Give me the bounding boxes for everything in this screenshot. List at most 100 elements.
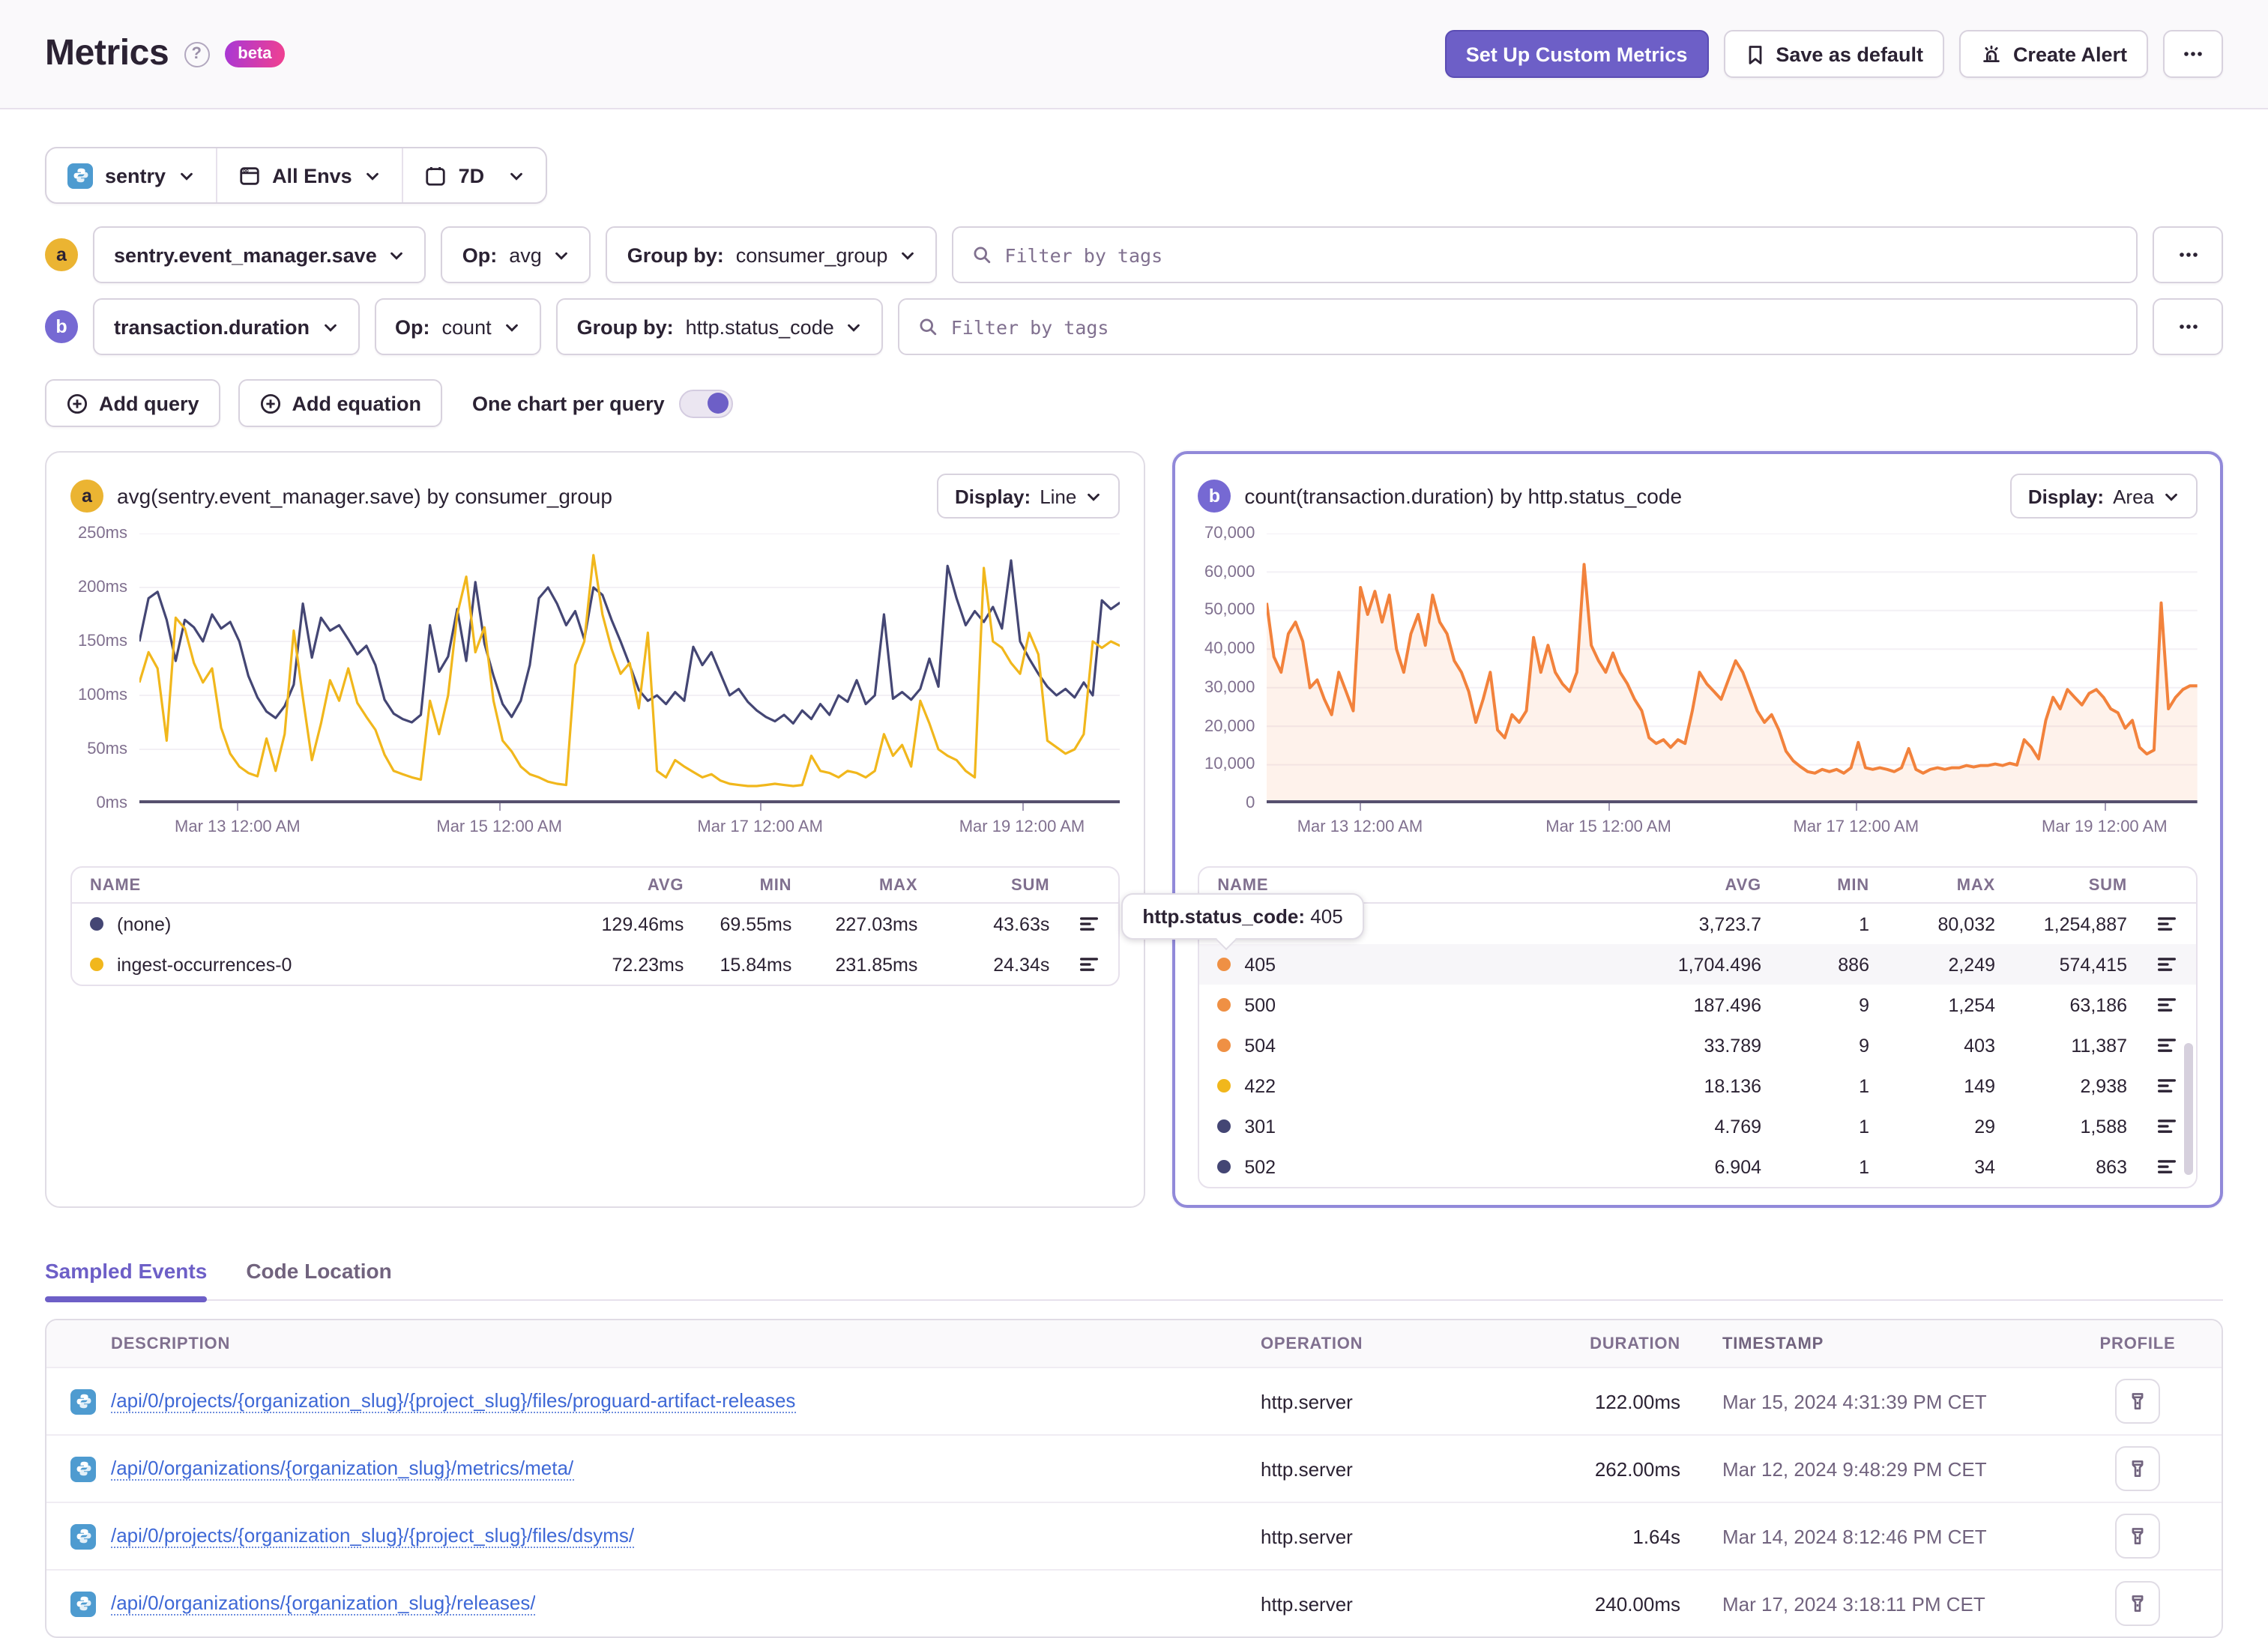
sum-value: 863: [2096, 1156, 2127, 1177]
widget-b-display-select[interactable]: Display: Area: [2009, 474, 2198, 519]
series-color-dot: [1217, 1119, 1231, 1133]
create-alert-label: Create Alert: [2012, 43, 2127, 65]
metric-select-a[interactable]: sentry.event_manager.save: [93, 226, 426, 283]
area-chart[interactable]: 0 10,000 20,000 30,000 40,000 50,000 60,000 70,…: [1198, 519, 2198, 857]
event-description-link[interactable]: /api/0/organizations/{organization_slug}…: [111, 1457, 574, 1481]
x-axis-label: Mar 19 12:00 AM: [959, 818, 1085, 836]
widget-a-summary-table: NAME AVG MIN MAX SUM (none) 129.46ms 69.55ms 227…: [70, 866, 1121, 986]
save-as-default-button[interactable]: Save as default: [1723, 30, 1944, 78]
tab-code-location[interactable]: Code Location: [246, 1259, 391, 1299]
search-icon: [920, 318, 937, 336]
summary-table-row[interactable]: 405 1,704.496 886 2,249 574,415: [1199, 944, 2196, 985]
summary-table-row[interactable]: 502 6.904 1 34 863: [1199, 1146, 2196, 1187]
max-value: 2,249: [1948, 954, 1995, 975]
date-range-selector[interactable]: 7D: [401, 148, 546, 202]
display-value: Area: [2113, 485, 2154, 507]
y-axis-label: 0ms: [96, 794, 127, 812]
op-select-a[interactable]: Op: avg: [441, 226, 591, 283]
create-alert-button[interactable]: Create Alert: [1958, 30, 2148, 78]
sampled-events-table: DESCRIPTION OPERATION DURATION TIMESTAMP…: [45, 1319, 2223, 1638]
flashlight-icon: [2132, 1528, 2144, 1544]
x-axis-label: Mar 15 12:00 AM: [1545, 818, 1671, 836]
table-scrollbar[interactable]: [2184, 1043, 2193, 1175]
max-value: 80,032: [1937, 913, 1995, 934]
row-menu-icon[interactable]: [2156, 913, 2178, 935]
summary-table-row[interactable]: 500 187.496 9 1,254 63,186: [1199, 985, 2196, 1025]
event-description-link[interactable]: /api/0/organizations/{organization_slug}…: [111, 1592, 536, 1616]
series-name: 422: [1244, 1075, 1276, 1096]
widget-a-title: avg(sentry.event_manager.save) by consum…: [117, 484, 612, 508]
group-by-select-b[interactable]: Group by: http.status_code: [555, 298, 884, 355]
col-duration: DURATION: [1590, 1335, 1680, 1353]
row-menu-icon[interactable]: [2156, 1034, 2178, 1057]
add-query-button[interactable]: Add query: [45, 379, 220, 427]
chevron-down-icon: [366, 172, 378, 180]
profile-button[interactable]: [2115, 1514, 2160, 1559]
y-axis-label: 200ms: [77, 578, 127, 596]
widget-b-title: count(transaction.duration) by http.stat…: [1244, 484, 1683, 508]
max-value: 34: [1974, 1156, 1995, 1177]
x-axis-tick: [2104, 803, 2106, 811]
save-as-default-label: Save as default: [1776, 43, 1923, 65]
setup-custom-metrics-button[interactable]: Set Up Custom Metrics: [1444, 30, 1709, 78]
tooltip-label: http.status_code:: [1142, 905, 1306, 928]
row-menu-icon[interactable]: [2156, 953, 2178, 976]
max-value: 29: [1974, 1116, 1995, 1137]
row-menu-icon[interactable]: [1078, 913, 1100, 935]
group-by-select-a[interactable]: Group by: consumer_group: [606, 226, 938, 283]
x-axis-label: Mar 17 12:00 AM: [697, 818, 823, 836]
profile-button[interactable]: [2115, 1446, 2160, 1491]
help-icon[interactable]: ?: [184, 41, 210, 67]
sum-value: 43.63s: [993, 913, 1050, 934]
bottom-tabs: Sampled Events Code Location: [45, 1259, 2223, 1302]
tab-sampled-events[interactable]: Sampled Events: [45, 1259, 208, 1302]
tag-filter-input-b[interactable]: [950, 315, 2118, 338]
events-table-header: DESCRIPTION OPERATION DURATION TIMESTAMP…: [46, 1320, 2222, 1367]
row-menu-icon[interactable]: [1078, 953, 1100, 976]
environment-value: All Envs: [272, 164, 352, 187]
row-menu-icon[interactable]: [2156, 994, 2178, 1016]
y-axis-label: 0: [1246, 794, 1255, 812]
query-a-overflow-button[interactable]: [2153, 226, 2223, 283]
summary-table-row[interactable]: 422 18.136 1 149 2,938: [1199, 1066, 2196, 1106]
tag-filter-b: [898, 298, 2138, 355]
environment-selector[interactable]: All Envs: [215, 148, 402, 202]
chevron-down-icon: [390, 251, 403, 259]
display-label: Display:: [955, 485, 1031, 507]
tag-filter-a: [952, 226, 2138, 283]
widget-b[interactable]: b count(transaction.duration) by http.st…: [1121, 451, 2223, 1208]
line-chart[interactable]: 0ms 50ms 100ms 150ms 200ms 250ms Mar 13 12:00…: [70, 519, 1120, 857]
profile-button[interactable]: [2115, 1379, 2160, 1424]
project-selector[interactable]: sentry: [46, 148, 215, 202]
row-menu-icon[interactable]: [2156, 1075, 2178, 1097]
query-b-overflow-button[interactable]: [2153, 298, 2223, 355]
event-duration: 1.64s: [1632, 1525, 1680, 1547]
row-menu-icon[interactable]: [2156, 1155, 2178, 1178]
widget-b-badge: b: [1198, 480, 1231, 513]
row-menu-icon[interactable]: [2156, 1115, 2178, 1137]
min-value: 1: [1859, 1075, 1869, 1096]
max-value: 149: [1964, 1075, 1995, 1096]
environments-icon: [239, 166, 259, 184]
widget-a-display-select[interactable]: Display: Line: [937, 474, 1121, 519]
tag-filter-input-a[interactable]: [1004, 244, 2118, 266]
widgets-row: a avg(sentry.event_manager.save) by cons…: [45, 451, 2223, 1208]
widget-a[interactable]: a avg(sentry.event_manager.save) by cons…: [45, 451, 1146, 1208]
profile-button[interactable]: [2115, 1581, 2160, 1626]
summary-table-row[interactable]: 504 33.789 9 403 11,387: [1199, 1025, 2196, 1066]
series-color-dot: [1217, 1039, 1231, 1052]
event-description-link[interactable]: /api/0/projects/{organization_slug}/{pro…: [111, 1389, 796, 1413]
one-chart-per-query-toggle[interactable]: [679, 389, 734, 417]
header-overflow-button[interactable]: [2163, 30, 2223, 78]
event-row: /api/0/organizations/{organization_slug}…: [46, 1569, 2222, 1637]
summary-table-row[interactable]: 301 4.769 1 29 1,588: [1199, 1106, 2196, 1146]
summary-table-row[interactable]: (none) 129.46ms 69.55ms 227.03ms 43.63s: [72, 904, 1118, 944]
op-select-b[interactable]: Op: count: [374, 298, 541, 355]
add-equation-button[interactable]: Add equation: [238, 379, 443, 427]
event-description-link[interactable]: /api/0/projects/{organization_slug}/{pro…: [111, 1524, 635, 1548]
metric-select-b[interactable]: transaction.duration: [93, 298, 360, 355]
min-value: 15.84ms: [720, 954, 792, 975]
chart-canvas: [139, 534, 1120, 803]
python-platform-icon: [70, 1456, 96, 1481]
summary-table-row[interactable]: ingest-occurrences-0 72.23ms 15.84ms 231.85…: [72, 944, 1118, 985]
